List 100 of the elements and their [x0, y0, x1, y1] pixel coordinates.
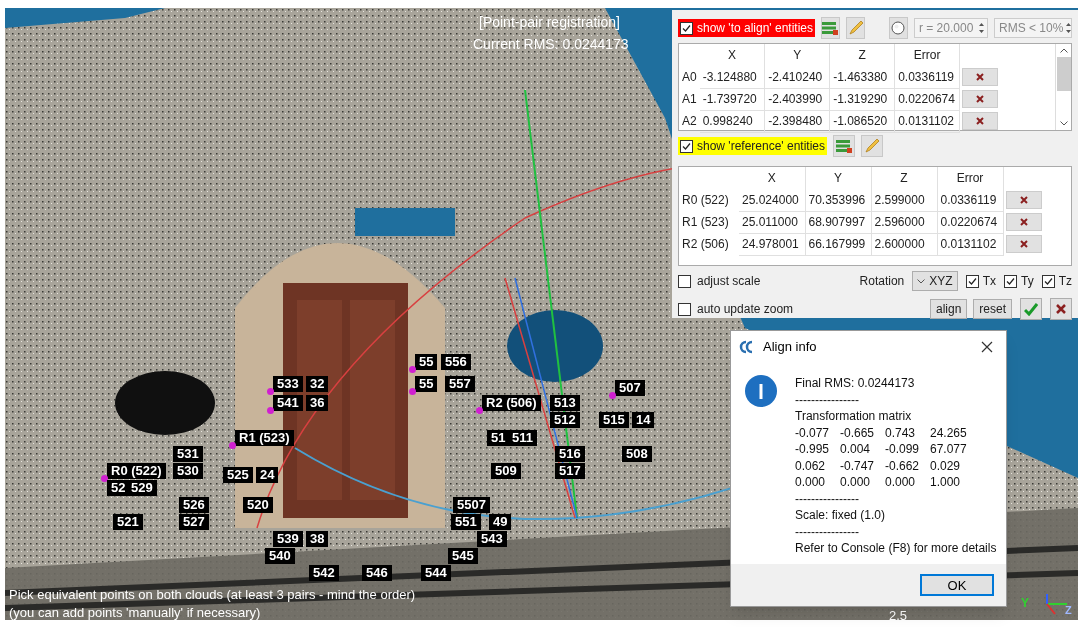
- layers-button[interactable]: [821, 17, 840, 39]
- matrix-cell-text: -0.662: [885, 457, 921, 474]
- scroll-up-icon[interactable]: [1059, 48, 1068, 53]
- matrix-cell-text: -0.099: [885, 441, 921, 458]
- layers-icon: [836, 139, 852, 153]
- point-label: 512: [550, 412, 580, 428]
- point-label: 513: [550, 395, 580, 411]
- table-cell: -1.739720: [699, 88, 765, 110]
- point-label: R0 (522): [107, 463, 166, 479]
- dialog-text: ----------------: [795, 523, 860, 540]
- point-label: 515: [599, 412, 629, 428]
- dialog-text: Refer to Console (F8) for more details: [795, 540, 997, 557]
- dialog-text: ----------------: [795, 490, 860, 507]
- point-label: 52: [107, 480, 130, 496]
- column-header: Y: [764, 44, 830, 66]
- row-header: A0: [679, 66, 700, 88]
- delete-button[interactable]: [1005, 235, 1042, 253]
- point-label: 557: [445, 376, 475, 392]
- column-header: Z: [829, 44, 895, 66]
- spinner-arrows-icon: [1065, 21, 1073, 35]
- delete-button[interactable]: [1005, 213, 1042, 231]
- dialog-text: Transformation matrix: [795, 408, 913, 425]
- table-cell: -1.086520: [829, 110, 895, 132]
- row-header: A2: [679, 110, 700, 132]
- checkbox[interactable]: [680, 21, 693, 35]
- action-button[interactable]: reset: [973, 299, 1012, 319]
- action-button[interactable]: align: [929, 299, 968, 319]
- point-label: 541: [273, 395, 303, 411]
- table-cell: 0.0220674: [894, 88, 960, 110]
- row-header: R1 (523): [679, 211, 739, 233]
- point-label: 55: [415, 354, 438, 370]
- close-icon: [976, 73, 985, 81]
- ok-button[interactable]: OK: [920, 574, 994, 596]
- point-label: 521: [113, 514, 143, 530]
- checkbox[interactable]: [680, 139, 693, 153]
- confirm-button[interactable]: [1020, 298, 1042, 320]
- table-cell: 2.599000: [871, 189, 937, 211]
- checkbox[interactable]: [678, 302, 691, 316]
- table-cell: 0.0336119: [894, 66, 960, 88]
- scale-value: 2.5: [889, 607, 908, 620]
- point-label: 517: [555, 463, 585, 479]
- dialog-title: Align info: [763, 338, 817, 357]
- rotation-dropdown[interactable]: XYZ: [912, 271, 958, 291]
- cancel-button[interactable]: [1050, 298, 1072, 320]
- scrollbar[interactable]: [1055, 44, 1071, 130]
- checkbox-label: Ty: [1021, 273, 1034, 290]
- set-toggle[interactable]: show 'reference' entities: [678, 137, 827, 155]
- point-label: 24: [256, 467, 279, 483]
- table-cell: -3.124880: [699, 66, 765, 88]
- dialog-text: Final RMS: 0.0244173: [795, 375, 916, 392]
- point-label: 32: [306, 376, 329, 392]
- table-cell: 25.024000: [739, 189, 805, 211]
- close-icon: [1019, 196, 1028, 204]
- layers-button[interactable]: [833, 135, 855, 157]
- point-label: 507: [615, 380, 645, 396]
- point-label: 527: [179, 514, 209, 530]
- checkbox-label: Tz: [1058, 273, 1072, 290]
- axis-label: Z: [1065, 603, 1072, 618]
- column-header: X: [739, 167, 805, 189]
- instruction-text: Pick equivalent points on both clouds (at least 3 pairs - mind the order): [9, 586, 416, 604]
- point-label: 542: [309, 565, 339, 581]
- matrix-cell-text: 0.029: [930, 457, 962, 474]
- delete-button[interactable]: [962, 90, 999, 108]
- delete-button[interactable]: [1005, 191, 1042, 209]
- set-toggle[interactable]: show 'to align' entities: [678, 19, 815, 37]
- point-label: 55: [415, 376, 438, 392]
- rotation-label: Rotation: [859, 273, 905, 290]
- close-icon: [1019, 240, 1028, 248]
- matrix-cell-text: 0.004: [840, 441, 872, 458]
- layers-icon: [822, 21, 839, 35]
- table-cell: -2.403990: [764, 88, 830, 110]
- table-cell: 68.907997: [805, 211, 871, 233]
- checkbox[interactable]: [1041, 274, 1055, 288]
- point-label: 529: [127, 480, 157, 496]
- info-icon: [745, 375, 777, 407]
- matrix-cell-text: -0.665: [840, 424, 876, 441]
- table-cell: 0.0131102: [894, 110, 960, 132]
- sphere-button[interactable]: [888, 17, 908, 39]
- checkbox[interactable]: [1004, 274, 1017, 288]
- point-label: 14: [632, 412, 655, 428]
- point-label: R2 (506): [482, 395, 541, 411]
- table-cell: 24.978001: [739, 233, 805, 255]
- row-header: R0 (522): [679, 189, 739, 211]
- point-label: 525: [223, 467, 253, 483]
- point-label: 526: [179, 497, 209, 513]
- delete-button[interactable]: [962, 112, 999, 130]
- point-label: 544: [421, 565, 451, 581]
- delete-button[interactable]: [962, 68, 999, 86]
- point-label: 508: [622, 446, 652, 462]
- table-cell: -2.410240: [764, 66, 830, 88]
- checkbox[interactable]: [678, 274, 691, 288]
- pencil-icon: [847, 20, 864, 36]
- table-cell: -2.398480: [764, 110, 830, 132]
- pencil-icon: [864, 138, 880, 154]
- table-cell: 66.167999: [805, 233, 871, 255]
- row-header: A1: [679, 88, 700, 110]
- scroll-down-icon[interactable]: [1059, 121, 1068, 126]
- checkbox[interactable]: [965, 274, 979, 288]
- point-label: 509: [491, 463, 521, 479]
- matrix-cell-text: -0.747: [840, 457, 876, 474]
